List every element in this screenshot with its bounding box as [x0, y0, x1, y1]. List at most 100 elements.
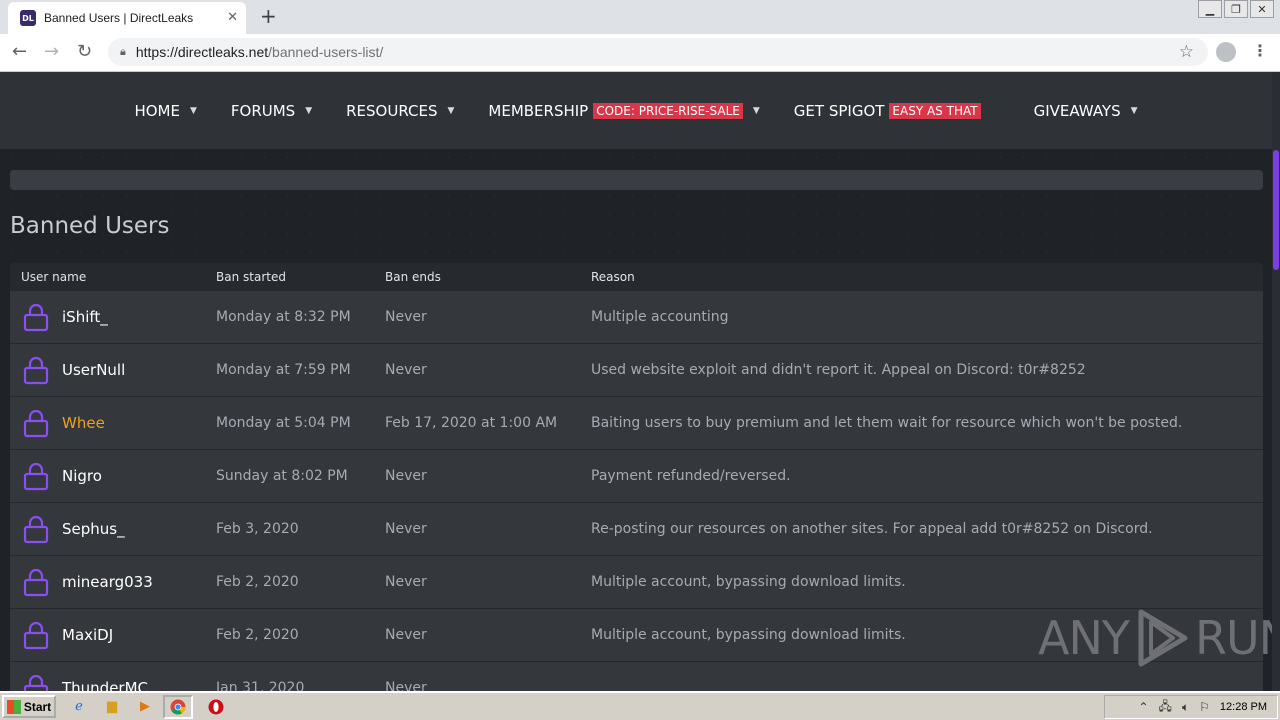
lock-icon	[23, 409, 49, 438]
cell-user: Nigro	[10, 461, 216, 491]
caret-down-icon[interactable]: ▼	[753, 106, 760, 116]
media-player-icon[interactable]: ▶	[135, 697, 155, 717]
cell-user: Whee	[10, 408, 216, 438]
caret-down-icon[interactable]: ▼	[190, 106, 197, 116]
table-row: Sephus_ Feb 3, 2020 Never Re-posting our re…	[10, 503, 1263, 556]
username-link[interactable]: Nigro	[62, 467, 102, 485]
header-ban-ends[interactable]: Ban ends	[385, 270, 591, 284]
nav-badge: CODE: PRICE-RISE-SALE	[593, 102, 743, 119]
windows-taskbar: Start ℯ ▆ ▶ ⌃ 🖧︎ 🔈︎ ⚐ 12:28 PM	[0, 691, 1280, 720]
anyrun-watermark: ANY RUN	[1038, 608, 1272, 668]
play-logo-icon	[1138, 609, 1188, 667]
profile-avatar-icon[interactable]	[1216, 42, 1236, 62]
new-tab-icon[interactable]: +	[260, 6, 277, 26]
cell-reason: Payment refunded/reversed.	[591, 468, 791, 484]
lock-icon	[23, 356, 49, 385]
caret-down-icon[interactable]: ▼	[447, 106, 454, 116]
caret-down-icon[interactable]: ▼	[1131, 106, 1138, 116]
start-button[interactable]: Start	[2, 695, 56, 718]
forward-arrow-icon[interactable]: →	[44, 42, 59, 62]
cell-reason: Used website exploit and didn't report i…	[591, 362, 1086, 378]
cell-ban-started: Monday at 7:59 PM	[216, 362, 351, 378]
header-ban-started[interactable]: Ban started	[216, 270, 385, 284]
lock-icon	[23, 303, 49, 332]
header-user-name[interactable]: User name	[10, 270, 216, 284]
browser-toolbar: ← → ↻ 🔒︎ https://directleaks.net/banned-…	[0, 34, 1280, 72]
site-favicon-icon: DL	[20, 10, 36, 26]
username-link[interactable]: Sephus_	[62, 520, 125, 538]
cell-ban-ends: Feb 17, 2020 at 1:00 AM	[385, 415, 558, 431]
username-link[interactable]: iShift_	[62, 308, 108, 326]
browser-menu-icon[interactable]: ⋮	[1252, 41, 1268, 60]
nav-item-membership[interactable]: MEMBERSHIP CODE: PRICE-RISE-SALE ▼	[471, 102, 776, 120]
folder-icon[interactable]: ▆	[102, 697, 122, 717]
opera-logo	[208, 699, 224, 714]
watermark-left-text: ANY	[1038, 611, 1130, 665]
cell-ban-ends: Never	[385, 468, 427, 484]
cell-ban-started: Feb 2, 2020	[216, 574, 299, 590]
nav-item-label: HOME	[134, 101, 180, 120]
chrome-icon	[170, 699, 186, 715]
cell-reason: Multiple accounting	[591, 309, 729, 325]
cell-ban-started: Monday at 8:32 PM	[216, 309, 351, 325]
reload-icon[interactable]: ↻	[77, 42, 92, 62]
internet-explorer-icon[interactable]: ℯ	[69, 697, 89, 717]
header-reason[interactable]: Reason	[591, 270, 1263, 284]
lock-icon	[23, 515, 49, 544]
nav-item-label: MEMBERSHIP	[488, 101, 589, 120]
clock[interactable]: 12:28 PM	[1220, 701, 1267, 713]
cell-ban-ends: Never	[385, 574, 427, 590]
cell-reason: Multiple account, bypassing download lim…	[591, 574, 906, 590]
table-header: User name Ban started Ban ends Reason	[10, 263, 1263, 291]
close-window-icon[interactable]: ✕	[1250, 0, 1274, 18]
username-link[interactable]: Whee	[62, 414, 105, 432]
page-title: Banned Users	[10, 213, 170, 239]
url-host: https://directleaks.net	[135, 44, 269, 60]
nav-item-get-spigot[interactable]: GET SPIGOT EASY AS THAT	[777, 102, 1017, 120]
system-tray: ⌃ 🖧︎ 🔈︎ ⚐ 12:28 PM	[1104, 695, 1278, 719]
nav-item-label: GIVEAWAYS	[1033, 101, 1121, 120]
browser-tab[interactable]: DL Banned Users | DirectLeaks ✕	[8, 2, 246, 34]
lock-icon	[23, 621, 49, 650]
lock-icon: 🔒︎	[120, 45, 126, 58]
nav-item-home[interactable]: HOME ▼	[117, 102, 213, 120]
cell-ban-ends: Never	[385, 680, 427, 691]
cell-ban-ends: Never	[385, 521, 427, 537]
watermark-right-text: RUN	[1194, 611, 1272, 665]
username-link[interactable]: minearg033	[62, 573, 153, 591]
minimize-icon[interactable]: ▁	[1198, 0, 1222, 18]
site-navigation: HOME ▼ FORUMS ▼ RESOURCES ▼ MEMBERSHIP CODE: PR…	[0, 72, 1272, 149]
cell-ban-started: Sunday at 8:02 PM	[216, 468, 348, 484]
window-controls: ▁ ❐ ✕	[1198, 0, 1274, 18]
username-link[interactable]: UserNull	[62, 361, 125, 379]
cell-user: minearg033	[10, 567, 216, 597]
url-path: /banned-users-list/	[268, 44, 384, 60]
tab-title: Banned Users | DirectLeaks	[44, 11, 194, 25]
username-link[interactable]: MaxiDJ	[62, 626, 113, 644]
action-center-flag-icon[interactable]: ⚐	[1199, 700, 1210, 714]
nav-item-resources[interactable]: RESOURCES ▼	[329, 102, 471, 120]
network-icon[interactable]: 🖧︎	[1159, 697, 1172, 718]
nav-item-giveaways[interactable]: GIVEAWAYS ▼	[1017, 102, 1155, 120]
cell-user: ThunderMC	[10, 673, 216, 691]
chrome-taskbar-button[interactable]	[163, 694, 193, 719]
cell-user: iShift_	[10, 302, 216, 332]
username-link[interactable]: ThunderMC	[62, 679, 148, 691]
nav-item-forums[interactable]: FORUMS ▼	[214, 102, 329, 120]
address-bar[interactable]: 🔒︎ https://directleaks.net/banned-users-…	[108, 38, 1208, 66]
caret-down-icon[interactable]: ▼	[305, 106, 312, 116]
url-text: https://directleaks.net/banned-users-lis…	[136, 44, 383, 60]
start-label: Start	[23, 699, 52, 714]
restore-icon[interactable]: ❐	[1224, 0, 1248, 18]
table-row: Nigro Sunday at 8:02 PM Never Payment refun…	[10, 450, 1263, 503]
volume-icon[interactable]: 🔈︎	[1182, 700, 1189, 715]
bookmark-star-icon[interactable]: ☆	[1179, 42, 1194, 62]
back-arrow-icon[interactable]: ←	[12, 42, 27, 62]
cell-ban-ends: Never	[385, 627, 427, 643]
tray-expand-icon[interactable]: ⌃	[1138, 700, 1148, 714]
page-scrollbar-thumb[interactable]	[1273, 150, 1279, 270]
tab-close-icon[interactable]: ✕	[227, 10, 238, 25]
cell-ban-ends: Never	[385, 309, 427, 325]
opera-icon[interactable]	[206, 697, 226, 717]
table-row: minearg033 Feb 2, 2020 Never Multiple accou…	[10, 556, 1263, 609]
